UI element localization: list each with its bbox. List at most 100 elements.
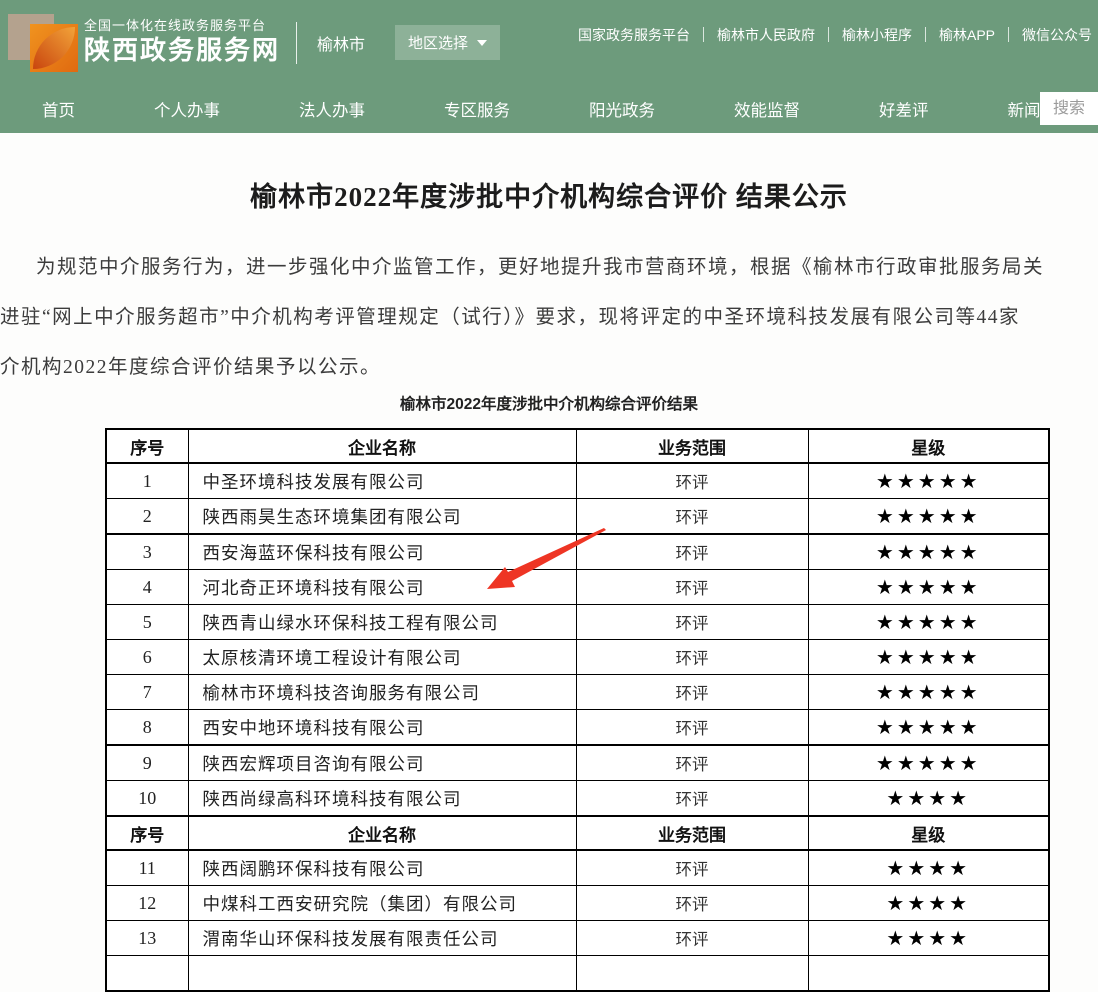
cell-serial: 2 xyxy=(106,499,188,535)
cell-empty xyxy=(576,956,808,992)
site-name: 陕西政务服务网 xyxy=(84,34,280,67)
cell-serial: 8 xyxy=(106,710,188,746)
link-separator xyxy=(925,27,926,42)
results-table-body: 序号企业名称业务范围星级1中圣环境科技发展有限公司环评★★★★★2陕西雨昊生态环… xyxy=(106,429,1049,991)
table-row: 2陕西雨昊生态环境集团有限公司环评★★★★★ xyxy=(106,499,1049,535)
table-row-partial xyxy=(106,956,1049,992)
paragraph-line: 介机构2022年度综合评价结果予以公示。 xyxy=(0,343,1098,393)
table-header-row: 序号企业名称业务范围星级 xyxy=(106,429,1049,463)
table-row: 7榆林市环境科技咨询服务有限公司环评★★★★★ xyxy=(106,675,1049,710)
cell-star-rating: ★★★★ xyxy=(808,781,1049,817)
nav-item-personal-services[interactable]: 个人办事 xyxy=(154,97,220,121)
cell-business-scope: 环评 xyxy=(576,675,808,710)
results-table: 序号企业名称业务范围星级1中圣环境科技发展有限公司环评★★★★★2陕西雨昊生态环… xyxy=(105,428,1050,992)
cell-business-scope: 环评 xyxy=(576,499,808,535)
nav-item-corporate-services[interactable]: 法人办事 xyxy=(299,97,365,121)
cell-star-rating: ★★★★★ xyxy=(808,640,1049,675)
cell-company-name: 渭南华山环保科技发展有限责任公司 xyxy=(188,921,576,956)
current-city-label: 榆林市 xyxy=(317,31,365,55)
table-row: 12中煤科工西安研究院（集团）有限公司环评★★★★ xyxy=(106,886,1049,921)
cell-empty xyxy=(188,956,576,992)
top-header: 全国一体化在线政务服务平台 陕西政务服务网 榆林市 地区选择 国家政务服务平台 … xyxy=(0,0,1098,85)
cell-company-name: 陕西青山绿水环保科技工程有限公司 xyxy=(188,605,576,640)
cell-star-rating: ★★★★ xyxy=(808,921,1049,956)
cell-serial: 5 xyxy=(106,605,188,640)
cell-business-scope: 环评 xyxy=(576,921,808,956)
cell-serial: 9 xyxy=(106,745,188,781)
cell-company-name: 陕西尚绿高科环境科技有限公司 xyxy=(188,781,576,817)
table-row: 10陕西尚绿高科环境科技有限公司环评★★★★ xyxy=(106,781,1049,817)
link-separator xyxy=(828,27,829,42)
announcement-paragraph: 为规范中介服务行为，进一步强化中介监管工作，更好地提升我市营商环境，根据《榆林市… xyxy=(0,243,1098,393)
paragraph-line: 为规范中介服务行为，进一步强化中介监管工作，更好地提升我市营商环境，根据《榆林市… xyxy=(0,243,1098,293)
cell-business-scope: 环评 xyxy=(576,570,808,605)
cell-serial: 3 xyxy=(106,534,188,570)
header-divider xyxy=(296,22,297,64)
nav-item-home[interactable]: 首页 xyxy=(42,97,75,121)
cell-business-scope: 环评 xyxy=(576,640,808,675)
cell-business-scope: 环评 xyxy=(576,605,808,640)
cell-business-scope: 环评 xyxy=(576,781,808,817)
link-yulin-miniprogram[interactable]: 榆林小程序 xyxy=(842,25,912,45)
column-header: 企业名称 xyxy=(188,429,576,463)
cell-star-rating: ★★★★★ xyxy=(808,570,1049,605)
cell-star-rating: ★★★★★ xyxy=(808,499,1049,535)
nav-item-zone-services[interactable]: 专区服务 xyxy=(444,97,510,121)
cell-star-rating: ★★★★★ xyxy=(808,675,1049,710)
table-row: 11陕西阔鹏环保科技有限公司环评★★★★ xyxy=(106,850,1049,886)
link-yulin-government[interactable]: 榆林市人民政府 xyxy=(717,25,815,45)
cell-business-scope: 环评 xyxy=(576,710,808,746)
link-wechat-official[interactable]: 微信公众号 xyxy=(1022,25,1092,45)
cell-company-name: 榆林市环境科技咨询服务有限公司 xyxy=(188,675,576,710)
cell-business-scope: 环评 xyxy=(576,463,808,499)
cell-star-rating: ★★★★ xyxy=(808,886,1049,921)
header-links: 国家政务服务平台 榆林市人民政府 榆林小程序 榆林APP 微信公众号 注册 xyxy=(578,24,1098,45)
link-national-platform[interactable]: 国家政务服务平台 xyxy=(578,25,690,45)
cell-company-name: 河北奇正环境科技有限公司 xyxy=(188,570,576,605)
cell-company-name: 太原核清环境工程设计有限公司 xyxy=(188,640,576,675)
column-header: 序号 xyxy=(106,429,188,463)
chevron-down-icon xyxy=(477,40,487,46)
cell-business-scope: 环评 xyxy=(576,745,808,781)
cell-star-rating: ★★★★★ xyxy=(808,710,1049,746)
cell-star-rating: ★★★★★ xyxy=(808,534,1049,570)
cell-company-name: 陕西宏辉项目咨询有限公司 xyxy=(188,745,576,781)
page-title: 榆林市2022年度涉批中介机构综合评价 结果公示 xyxy=(0,181,1098,213)
cell-serial: 1 xyxy=(106,463,188,499)
table-row: 1中圣环境科技发展有限公司环评★★★★★ xyxy=(106,463,1049,499)
site-logo[interactable] xyxy=(8,11,72,75)
table-row: 9陕西宏辉项目咨询有限公司环评★★★★★ xyxy=(106,745,1049,781)
column-header: 业务范围 xyxy=(576,429,808,463)
cell-company-name: 西安海蓝环保科技有限公司 xyxy=(188,534,576,570)
region-select-label: 地区选择 xyxy=(408,32,468,53)
site-titles: 全国一体化在线政务服务平台 陕西政务服务网 xyxy=(84,18,280,67)
cell-serial: 12 xyxy=(106,886,188,921)
nav-item-efficiency-supervision[interactable]: 效能监督 xyxy=(734,97,800,121)
cell-star-rating: ★★★★ xyxy=(808,850,1049,886)
search-input[interactable] xyxy=(1040,99,1098,119)
cell-business-scope: 环评 xyxy=(576,886,808,921)
region-select-button[interactable]: 地区选择 xyxy=(395,25,500,60)
cell-business-scope: 环评 xyxy=(576,850,808,886)
table-caption: 榆林市2022年度涉批中介机构综合评价结果 xyxy=(0,395,1098,415)
link-yulin-app[interactable]: 榆林APP xyxy=(939,25,995,45)
cell-star-rating: ★★★★★ xyxy=(808,745,1049,781)
nav-item-rating[interactable]: 好差评 xyxy=(879,97,929,121)
cell-empty xyxy=(106,956,188,992)
cell-company-name: 中煤科工西安研究院（集团）有限公司 xyxy=(188,886,576,921)
table-row: 6太原核清环境工程设计有限公司环评★★★★★ xyxy=(106,640,1049,675)
cell-serial: 13 xyxy=(106,921,188,956)
cell-serial: 4 xyxy=(106,570,188,605)
cell-business-scope: 环评 xyxy=(576,534,808,570)
link-separator xyxy=(703,27,704,42)
cell-company-name: 中圣环境科技发展有限公司 xyxy=(188,463,576,499)
cell-serial: 7 xyxy=(106,675,188,710)
cell-company-name: 西安中地环境科技有限公司 xyxy=(188,710,576,746)
platform-label: 全国一体化在线政务服务平台 xyxy=(84,18,280,34)
column-header: 序号 xyxy=(106,816,188,850)
nav-item-transparent-gov[interactable]: 阳光政务 xyxy=(589,97,655,121)
cell-serial: 11 xyxy=(106,850,188,886)
table-row: 4河北奇正环境科技有限公司环评★★★★★ xyxy=(106,570,1049,605)
table-row: 5陕西青山绿水环保科技工程有限公司环评★★★★★ xyxy=(106,605,1049,640)
main-navbar: 首页 个人办事 法人办事 专区服务 阳光政务 效能监督 好差评 新闻公告 xyxy=(0,85,1098,133)
